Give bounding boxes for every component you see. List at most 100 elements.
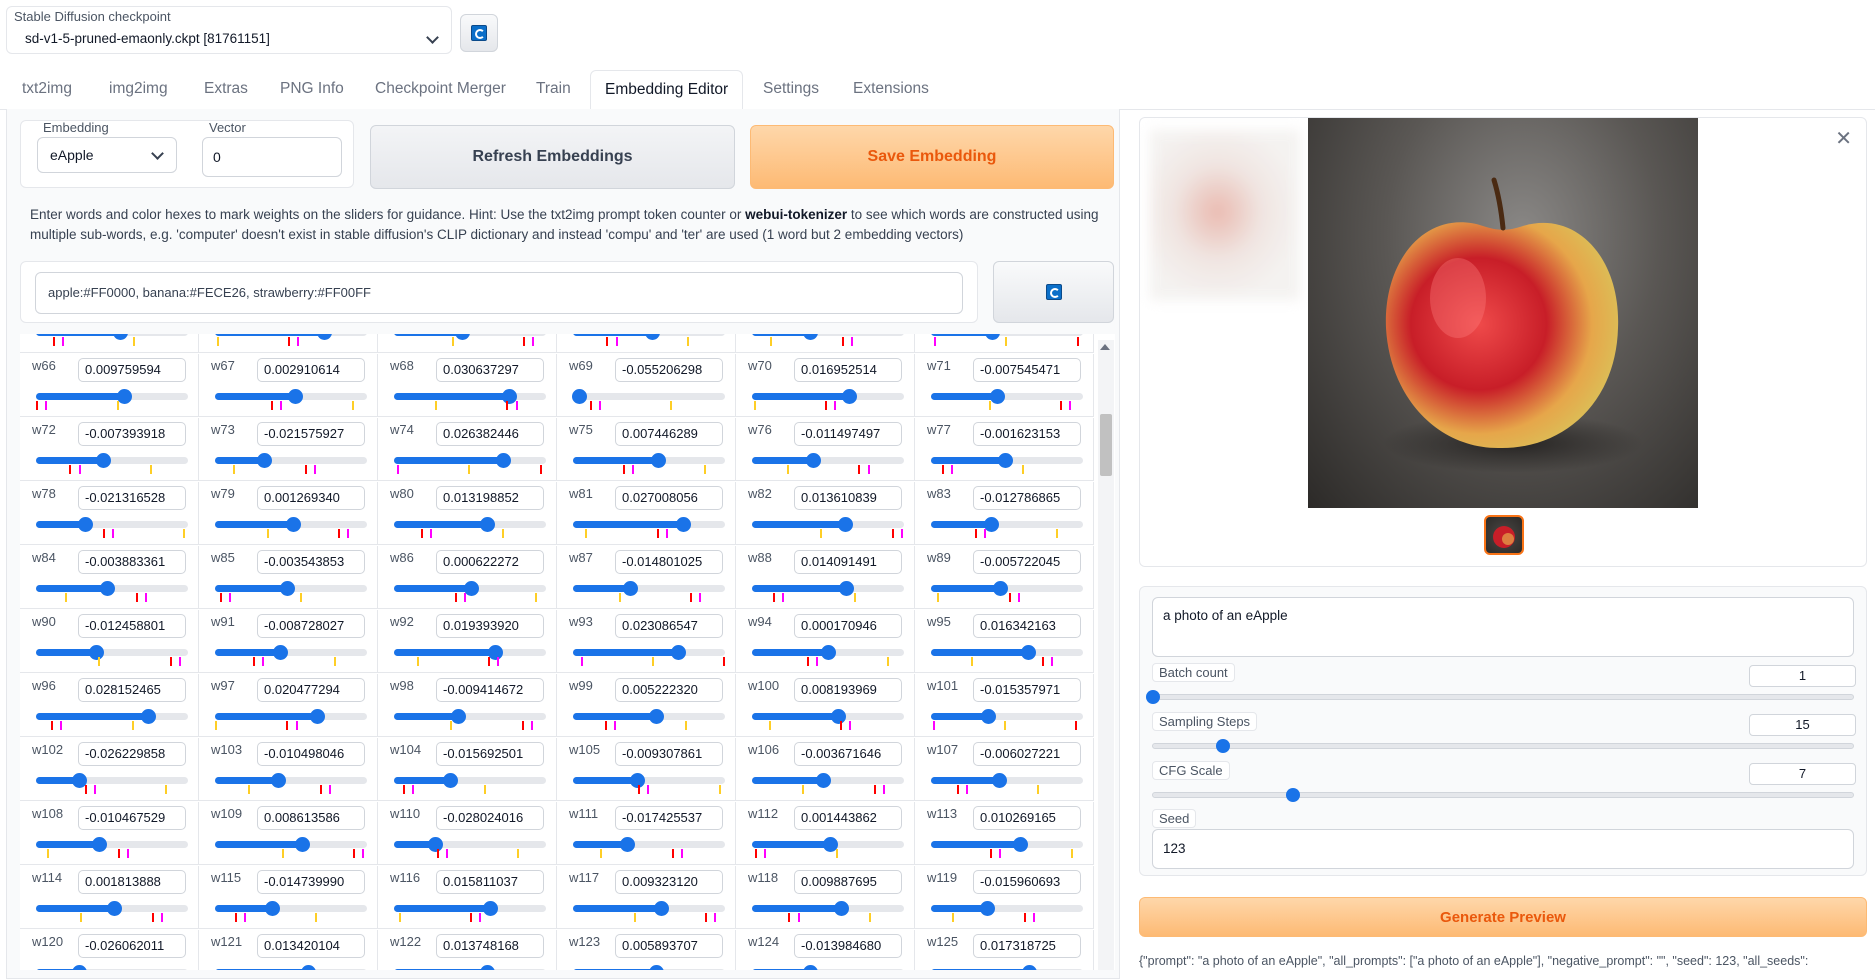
weight-slider-knob[interactable] [649,965,665,970]
weight-slider[interactable] [215,453,367,468]
weight-slider-knob[interactable] [572,389,588,404]
weight-slider[interactable] [573,901,725,916]
weight-value-input[interactable]: -0.006027221 [973,742,1081,766]
weight-slider[interactable] [36,837,188,852]
weight-slider[interactable] [752,389,904,404]
weight-slider[interactable] [36,645,188,660]
weight-slider-knob[interactable] [443,773,459,788]
weight-slider-knob[interactable] [265,901,281,916]
tab-settings[interactable]: Settings [749,70,833,110]
weight-value-input[interactable]: 0.015811037 [436,870,544,894]
weight-slider-knob[interactable] [496,453,512,468]
weight-value-input[interactable]: -0.014739990 [257,870,365,894]
weight-slider-knob[interactable] [483,901,499,916]
weight-value-input[interactable]: 0.014091491 [794,550,902,574]
weight-slider[interactable] [215,334,367,340]
batch-count-slider[interactable] [1146,690,1854,704]
weight-value-input[interactable]: -0.055206298 [615,358,723,382]
weight-slider[interactable] [394,773,546,788]
weight-slider[interactable] [752,709,904,724]
weight-slider[interactable] [394,709,546,724]
seed-input[interactable]: 123 [1152,829,1854,869]
tab-txt2img[interactable]: txt2img [8,70,86,110]
weight-slider-knob[interactable] [309,709,325,724]
weight-value-input[interactable]: -0.015960693 [973,870,1081,894]
weight-slider-knob[interactable] [463,581,479,596]
weight-value-input[interactable]: -0.003543853 [257,550,365,574]
weight-value-input[interactable]: 0.001813888 [78,870,186,894]
weight-slider-knob[interactable] [112,334,128,340]
weight-value-input[interactable]: -0.015692501 [436,742,544,766]
weight-slider[interactable] [931,389,1083,404]
batch-count-knob[interactable] [1146,690,1160,704]
weight-slider-knob[interactable] [992,773,1008,788]
weight-slider-knob[interactable] [256,453,272,468]
weight-slider[interactable] [931,581,1083,596]
weight-slider[interactable] [752,517,904,532]
weight-slider-knob[interactable] [77,517,93,532]
weight-slider-knob[interactable] [645,334,661,340]
weight-slider[interactable] [752,645,904,660]
weight-slider-knob[interactable] [619,837,635,852]
weight-slider-knob[interactable] [501,389,517,404]
weight-slider[interactable] [573,453,725,468]
weight-slider[interactable] [931,517,1083,532]
weight-slider-knob[interactable] [979,901,995,916]
weight-slider[interactable] [573,773,725,788]
weight-slider-knob[interactable] [285,517,301,532]
weight-slider-knob[interactable] [842,389,858,404]
weight-value-input[interactable]: 0.010269165 [973,806,1081,830]
close-icon[interactable]: ✕ [1835,126,1852,151]
weight-slider-knob[interactable] [653,901,669,916]
weight-value-input[interactable]: -0.017425537 [615,806,723,830]
weight-value-input[interactable]: 0.000622272 [436,550,544,574]
weight-value-input[interactable]: 0.000170946 [794,614,902,638]
weight-slider-knob[interactable] [451,709,467,724]
weight-slider[interactable] [931,645,1083,660]
weight-slider[interactable] [573,581,725,596]
tab-img2img[interactable]: img2img [95,70,182,110]
weight-slider[interactable] [36,389,188,404]
weight-slider[interactable] [931,837,1083,852]
weight-slider-knob[interactable] [802,334,818,340]
weight-slider-knob[interactable] [1021,965,1037,970]
refresh-checkpoint-button[interactable] [460,14,498,52]
weight-value-input[interactable]: -0.003671646 [794,742,902,766]
save-embedding-button[interactable]: Save Embedding [750,125,1114,189]
weight-slider-knob[interactable] [89,645,105,660]
weight-slider[interactable] [36,709,188,724]
weight-slider-knob[interactable] [648,709,664,724]
weight-slider[interactable] [215,837,367,852]
weight-value-input[interactable]: -0.003883361 [78,550,186,574]
weight-slider-knob[interactable] [71,965,87,970]
tab-checkpoint-merger[interactable]: Checkpoint Merger [361,70,520,110]
weight-slider-knob[interactable] [107,901,123,916]
weight-value-input[interactable]: 0.005222320 [615,678,723,702]
generate-preview-button[interactable]: Generate Preview [1139,897,1867,937]
preview-image[interactable] [1308,118,1698,508]
weight-slider-knob[interactable] [990,389,1006,404]
weight-value-input[interactable]: -0.005722045 [973,550,1081,574]
weight-value-input[interactable]: 0.017318725 [973,934,1081,958]
weight-value-input[interactable]: -0.009307861 [615,742,723,766]
grid-scrollbar-thumb[interactable] [1100,414,1112,476]
tab-embedding-editor[interactable]: Embedding Editor [590,70,744,110]
weight-slider-knob[interactable] [803,965,819,970]
weight-value-input[interactable]: -0.013984680 [794,934,902,958]
weight-slider-knob[interactable] [95,453,111,468]
weight-slider-knob[interactable] [671,645,687,660]
weight-value-input[interactable]: -0.007393918 [78,422,186,446]
weight-value-input[interactable]: 0.023086547 [615,614,723,638]
weight-slider[interactable] [394,645,546,660]
weight-slider[interactable] [394,389,546,404]
weight-value-input[interactable]: 0.028152465 [78,678,186,702]
tab-png-info[interactable]: PNG Info [266,70,358,110]
webui-tokenizer-link[interactable]: webui-tokenizer [745,207,847,222]
weight-slider[interactable] [752,901,904,916]
weight-value-input[interactable]: 0.009323120 [615,870,723,894]
weight-slider-knob[interactable] [992,581,1008,596]
tab-extensions[interactable]: Extensions [839,70,943,110]
weight-value-input[interactable]: 0.002910614 [257,358,365,382]
cfg-scale-knob[interactable] [1286,788,1300,802]
apply-guide-colors-button[interactable] [993,261,1114,323]
